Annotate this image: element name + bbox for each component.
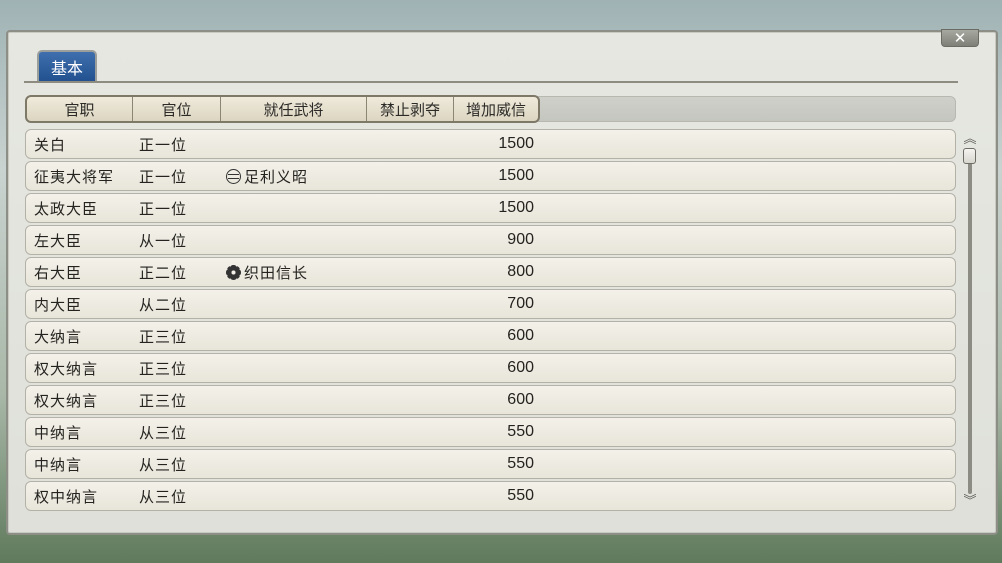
table-row[interactable]: 太政大臣 正一位 1500 xyxy=(25,193,956,223)
court-rank: 从二位 xyxy=(139,295,188,314)
oda-crest-icon xyxy=(226,264,241,280)
appointed-general[interactable]: 足利义昭 xyxy=(226,162,308,190)
appointed-general[interactable]: 织田信长 xyxy=(226,258,308,286)
column-header-prestige[interactable]: 增加威信 xyxy=(454,97,538,121)
prestige-value: 1500 xyxy=(498,167,534,184)
post-name: 权中纳言 xyxy=(34,487,99,506)
tab-basic[interactable]: 基本 xyxy=(37,50,97,82)
prestige-value: 800 xyxy=(507,263,534,280)
general-name: 织田信长 xyxy=(244,263,309,282)
table-row[interactable]: 中纳言 从三位 550 xyxy=(25,417,956,447)
prestige-value: 600 xyxy=(507,327,534,344)
table-header: 官职 官位 就任武将 禁止剥夺 增加威信 xyxy=(25,95,540,123)
post-name: 中纳言 xyxy=(34,455,83,474)
table-row[interactable]: 右大臣 正二位 织田信长 800 xyxy=(25,257,956,287)
court-rank: 从三位 xyxy=(139,487,188,506)
prestige-value: 700 xyxy=(507,295,534,312)
prestige-value: 1500 xyxy=(498,135,534,152)
court-rank: 正二位 xyxy=(139,263,188,282)
post-name: 权大纳言 xyxy=(34,391,99,410)
column-header-no-strip[interactable]: 禁止剥夺 xyxy=(367,97,454,121)
table-row[interactable]: 中纳言 从三位 550 xyxy=(25,449,956,479)
table-row[interactable]: 征夷大将军 正一位 足利义昭 1500 xyxy=(25,161,956,191)
court-rank: 正三位 xyxy=(139,391,188,410)
post-name: 中纳言 xyxy=(34,423,83,442)
down-arrow-icon[interactable]: ︾ xyxy=(962,495,978,509)
close-button[interactable]: ✕ xyxy=(941,29,979,47)
post-name: 左大臣 xyxy=(34,231,83,250)
ashikaga-crest-icon xyxy=(226,168,241,184)
table-row[interactable]: 关白 正一位 1500 xyxy=(25,129,956,159)
court-rank: 正一位 xyxy=(139,199,188,218)
table-row[interactable]: 权中纳言 从三位 550 xyxy=(25,481,956,511)
court-rank: 从三位 xyxy=(139,455,188,474)
table-row[interactable]: 权大纳言 正三位 600 xyxy=(25,385,956,415)
prestige-value: 550 xyxy=(507,455,534,472)
column-header-rank[interactable]: 官位 xyxy=(133,97,221,121)
table-row[interactable]: 权大纳言 正三位 600 xyxy=(25,353,956,383)
post-name: 右大臣 xyxy=(34,263,83,282)
prestige-value: 1500 xyxy=(498,199,534,216)
prestige-value: 600 xyxy=(507,359,534,376)
scrollbar-thumb[interactable] xyxy=(963,148,976,164)
table-row[interactable]: 内大臣 从二位 700 xyxy=(25,289,956,319)
prestige-value: 900 xyxy=(507,231,534,248)
post-name: 征夷大将军 xyxy=(34,167,115,186)
column-header-post[interactable]: 官职 xyxy=(27,97,133,121)
court-rank: 从三位 xyxy=(139,423,188,442)
post-name: 关白 xyxy=(34,135,67,154)
prestige-value: 550 xyxy=(507,423,534,440)
table-row[interactable]: 左大臣 从一位 900 xyxy=(25,225,956,255)
post-name: 内大臣 xyxy=(34,295,83,314)
prestige-value: 600 xyxy=(507,391,534,408)
court-rank: 从一位 xyxy=(139,231,188,250)
prestige-value: 550 xyxy=(507,487,534,504)
scrollbar-track[interactable] xyxy=(968,148,972,494)
court-rank: 正一位 xyxy=(139,167,188,186)
post-name: 权大纳言 xyxy=(34,359,99,378)
post-name: 太政大臣 xyxy=(34,199,99,218)
general-name: 足利义昭 xyxy=(244,167,309,186)
court-rank: 正一位 xyxy=(139,135,188,154)
tab-divider xyxy=(24,81,958,83)
court-rank: 正三位 xyxy=(139,359,188,378)
table-row[interactable]: 大纳言 正三位 600 xyxy=(25,321,956,351)
up-arrow-icon[interactable]: ︽ xyxy=(962,133,978,147)
column-header-general[interactable]: 就任武将 xyxy=(221,97,367,121)
court-rank: 正三位 xyxy=(139,327,188,346)
post-name: 大纳言 xyxy=(34,327,83,346)
